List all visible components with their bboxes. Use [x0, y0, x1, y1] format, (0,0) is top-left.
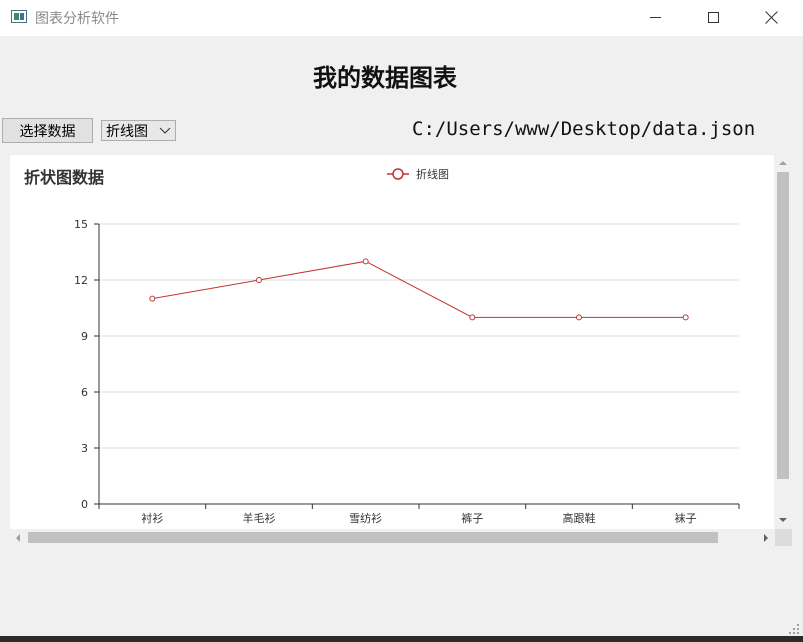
app-window-icon [11, 10, 27, 23]
data-point[interactable] [469, 314, 476, 321]
data-point[interactable] [362, 258, 369, 265]
y-tick-label: 9 [81, 330, 88, 343]
scrollbar-corner [775, 529, 792, 546]
x-tick-label: 衬衫 [141, 512, 163, 525]
data-point[interactable] [576, 314, 582, 321]
data-point[interactable] [256, 277, 262, 283]
y-tick-label: 15 [74, 218, 88, 231]
y-tick-label: 3 [81, 442, 88, 455]
scroll-down-arrow-icon[interactable] [779, 518, 787, 522]
vertical-scroll-thumb[interactable] [777, 172, 789, 479]
x-tick-label: 裤子 [461, 511, 483, 525]
scroll-left-arrow-icon[interactable] [16, 534, 20, 542]
maximize-button[interactable] [684, 0, 742, 34]
y-tick-label: 0 [81, 498, 88, 511]
data-point[interactable] [682, 314, 689, 321]
chart-title: 折状图数据 [24, 168, 104, 187]
chart-type-dropdown[interactable]: 折线图 [101, 120, 176, 141]
legend-label: 折线图 [416, 167, 449, 181]
scroll-up-arrow-icon[interactable] [779, 161, 787, 165]
page-title: 我的数据图表 [313, 63, 457, 92]
taskbar-strip [0, 636, 803, 642]
x-tick-label: 高跟鞋 [563, 511, 596, 525]
minimize-button[interactable] [626, 0, 684, 34]
chevron-down-icon [159, 127, 171, 134]
title-bar: 图表分析软件 [0, 0, 803, 36]
line-chart: 折状图数据 折线图 0 3 6 9 12 15 衬衫 羊毛衫 雪纺衫 裤子 高跟鞋 袜子 [24, 167, 740, 525]
horizontal-scroll-thumb[interactable] [28, 532, 718, 543]
x-tick-label: 雪纺衫 [349, 511, 382, 525]
maximize-icon [707, 11, 719, 23]
vertical-scrollbar[interactable] [775, 155, 792, 529]
minimize-icon [649, 16, 661, 18]
window-title: 图表分析软件 [35, 11, 119, 27]
horizontal-scrollbar[interactable] [10, 529, 775, 546]
y-tick-label: 6 [81, 386, 88, 399]
file-path-label: C:/Users/www/Desktop/data.json [412, 118, 756, 140]
close-icon [764, 10, 778, 24]
y-tick-label: 12 [74, 274, 88, 287]
chart-panel: 折状图数据 折线图 0 3 6 9 12 15 衬衫 羊毛衫 雪纺衫 裤子 高跟鞋 袜子 [10, 155, 774, 529]
select-data-button[interactable]: 选择数据 [2, 118, 93, 143]
chart-legend[interactable]: 折线图 [387, 167, 449, 181]
x-tick-label: 袜子 [675, 511, 697, 525]
x-tick-label: 羊毛衫 [243, 511, 276, 525]
data-point[interactable] [149, 295, 156, 302]
scroll-right-arrow-icon[interactable] [764, 534, 768, 542]
resize-grip-icon[interactable] [789, 624, 799, 634]
series-line [152, 260, 686, 318]
close-button[interactable] [742, 0, 800, 34]
chart-type-selected: 折线图 [106, 124, 148, 140]
legend-marker-icon [392, 168, 404, 180]
